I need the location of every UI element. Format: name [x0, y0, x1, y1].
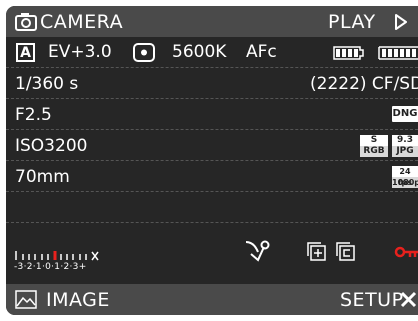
- iso-row: ISO3200 S RGB 9.3 JPG: [6, 130, 418, 161]
- image-stack-c-icon[interactable]: [335, 241, 355, 261]
- focal-length: 70mm: [15, 167, 70, 187]
- bottom-bar: IMAGE SETUP: [6, 284, 418, 315]
- aperture-value: F2.5: [15, 105, 52, 125]
- shutter-row: 1/360 s (2222) CF/SD: [6, 68, 418, 99]
- empty-row: [6, 192, 418, 223]
- video-fps-label: 24 fps: [392, 166, 418, 187]
- exposure-mode-badge[interactable]: A: [16, 43, 35, 62]
- ev-compensation[interactable]: EV+3.0: [48, 42, 112, 62]
- image-stack-plus-icon[interactable]: [306, 241, 326, 261]
- top-bar: CAMERA PLAY: [6, 6, 418, 37]
- jpeg-color-label: S: [360, 135, 388, 146]
- camera-screen: CAMERA PLAY A EV+3.0 5600K AFc 1/360 s (…: [6, 6, 418, 315]
- meter-ticks: [15, 251, 99, 261]
- white-balance[interactable]: 5600K: [172, 42, 226, 62]
- image-icon[interactable]: [15, 290, 37, 309]
- video-format-badge[interactable]: 24 fps 1080p: [392, 166, 418, 188]
- shots-remaining: (2222) CF/SD: [310, 74, 418, 94]
- metering-spot-icon[interactable]: [133, 43, 155, 62]
- level-gauge-icon[interactable]: [244, 240, 270, 262]
- play-menu-label[interactable]: PLAY: [328, 11, 376, 33]
- light-meter-scale: -3·2·1·0·1·2·3+: [14, 249, 100, 272]
- battery-icon: [331, 46, 365, 60]
- camera-icon[interactable]: [15, 12, 37, 31]
- camera-menu-label[interactable]: CAMERA: [40, 11, 123, 33]
- jpeg-quality-label: 9.3: [392, 135, 418, 146]
- jpeg-space-label: RGB: [360, 146, 388, 157]
- tools-row: -3·2·1·0·1·2·3+: [6, 223, 418, 284]
- play-arrow-icon: [394, 14, 408, 30]
- aperture-row: F2.5 DNG: [6, 99, 418, 130]
- grip-battery-icon: [378, 46, 418, 60]
- jpeg-quality-badge[interactable]: 9.3 JPG: [392, 135, 418, 157]
- focus-mode[interactable]: AFc: [246, 42, 277, 62]
- shutter-speed[interactable]: 1/360 s: [15, 74, 78, 94]
- wrench-icon: [399, 290, 418, 309]
- focal-row: 70mm 24 fps 1080p: [6, 161, 418, 192]
- key-icon[interactable]: [394, 246, 418, 258]
- jpeg-color-badge[interactable]: S RGB: [360, 135, 388, 157]
- iso-value[interactable]: ISO3200: [15, 136, 87, 156]
- image-menu-label[interactable]: IMAGE: [46, 289, 110, 311]
- meter-scale-labels: -3·2·1·0·1·2·3+: [14, 262, 87, 272]
- video-resolution-label: 1080p: [392, 177, 418, 188]
- dng-format-badge[interactable]: DNG: [392, 106, 418, 122]
- status-row: A EV+3.0 5600K AFc: [6, 37, 418, 68]
- jpeg-format-label: JPG: [392, 146, 418, 157]
- setup-menu-label[interactable]: SETUP: [340, 289, 404, 311]
